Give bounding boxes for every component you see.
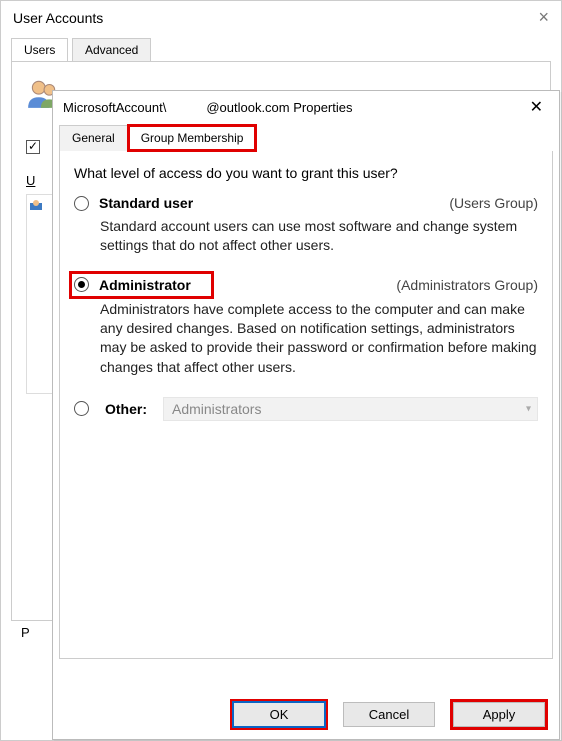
user-list-icon bbox=[29, 199, 43, 213]
close-icon[interactable]: ✕ bbox=[524, 97, 549, 117]
radio-administrator[interactable] bbox=[74, 277, 89, 292]
checkbox-icon[interactable] bbox=[26, 140, 40, 154]
admin-group: (Administrators Group) bbox=[396, 277, 538, 293]
option-standard: Standard user (Users Group) Standard acc… bbox=[74, 195, 538, 256]
properties-dialog: MicrosoftAccount\ @outlook.com Propertie… bbox=[52, 90, 560, 740]
bg-bottom-label: P bbox=[21, 625, 30, 640]
ok-button[interactable]: OK bbox=[233, 702, 325, 727]
title-suffix: @outlook.com Properties bbox=[206, 100, 352, 115]
option-other: Other: Administrators ▾ bbox=[74, 397, 538, 421]
admin-desc: Administrators have complete access to t… bbox=[100, 300, 538, 377]
other-dropdown[interactable]: Administrators ▾ bbox=[163, 397, 538, 421]
user-accounts-title: User Accounts bbox=[13, 10, 103, 26]
tab-users[interactable]: Users bbox=[11, 38, 68, 61]
other-label: Other: bbox=[105, 401, 147, 417]
tab-general[interactable]: General bbox=[59, 125, 128, 151]
properties-content: What level of access do you want to gran… bbox=[59, 151, 553, 659]
other-selected-value: Administrators bbox=[172, 401, 261, 417]
user-accounts-titlebar: User Accounts × bbox=[1, 1, 561, 34]
radio-other[interactable] bbox=[74, 401, 89, 416]
dialog-button-row: OK Cancel Apply bbox=[233, 702, 545, 727]
chevron-down-icon: ▾ bbox=[526, 403, 531, 414]
tab-group-membership[interactable]: Group Membership bbox=[128, 125, 257, 151]
admin-label: Administrator bbox=[99, 277, 191, 293]
bg-tab-strip: Users Advanced bbox=[11, 38, 551, 61]
intro-text: What level of access do you want to gran… bbox=[74, 165, 538, 181]
close-icon[interactable]: × bbox=[538, 7, 549, 28]
cancel-button[interactable]: Cancel bbox=[343, 702, 435, 727]
title-prefix: MicrosoftAccount\ bbox=[63, 100, 166, 115]
standard-desc: Standard account users can use most soft… bbox=[100, 217, 538, 256]
properties-tab-strip: General Group Membership bbox=[59, 125, 553, 151]
standard-group: (Users Group) bbox=[449, 195, 538, 211]
standard-label: Standard user bbox=[99, 195, 193, 211]
apply-button[interactable]: Apply bbox=[453, 702, 545, 727]
option-administrator: Administrator (Administrators Group) Adm… bbox=[74, 276, 538, 377]
tab-advanced[interactable]: Advanced bbox=[72, 38, 151, 61]
properties-titlebar: MicrosoftAccount\ @outlook.com Propertie… bbox=[53, 91, 559, 123]
properties-title: MicrosoftAccount\ @outlook.com Propertie… bbox=[63, 100, 352, 115]
radio-standard[interactable] bbox=[74, 196, 89, 211]
